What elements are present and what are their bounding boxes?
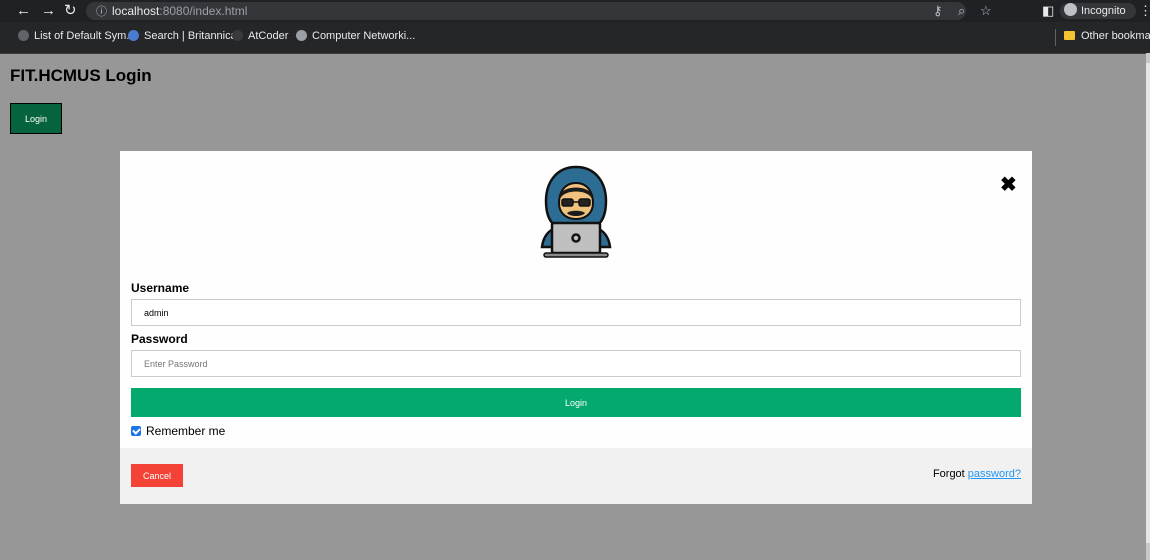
hacker-avatar-icon <box>540 165 612 258</box>
incognito-badge[interactable]: Incognito <box>1060 3 1136 19</box>
forward-arrow-icon[interactable]: → <box>41 2 56 20</box>
login-submit-button[interactable]: Login <box>131 388 1021 417</box>
url-text: localhost:8080/index.html <box>112 4 247 18</box>
username-input[interactable] <box>131 299 1021 326</box>
bookmark-label: List of Default Sym... <box>34 30 136 42</box>
scrollbar-thumb[interactable] <box>1146 63 1150 543</box>
bookmarks-bar: List of Default Sym... Search | Britanni… <box>0 22 1150 54</box>
bookmark-label: Search | Britannica <box>144 30 237 42</box>
britannica-icon <box>128 30 139 41</box>
side-panel-icon[interactable]: ◧ <box>1042 2 1054 20</box>
page-scrollbar[interactable] <box>1146 53 1150 560</box>
atcoder-icon <box>232 30 243 41</box>
checkbox-checked-icon[interactable] <box>131 426 141 436</box>
bookmark-label: AtCoder <box>248 30 289 42</box>
folder-icon <box>1064 31 1075 40</box>
bookmark-star-icon[interactable]: ☆ <box>980 2 992 20</box>
github-icon <box>18 30 29 41</box>
bookmarks-divider <box>1055 29 1056 46</box>
remember-me-checkbox[interactable]: Remember me <box>131 424 225 438</box>
bookmark-label: Computer Networki... <box>312 30 416 42</box>
modal-footer: Cancel Forgot password? <box>120 448 1032 504</box>
page-title: FIT.HCMUS Login <box>10 66 152 85</box>
url-path: :8080/index.html <box>159 4 248 18</box>
bookmark-item[interactable]: List of Default Sym... <box>18 30 135 42</box>
password-label: Password <box>131 332 188 346</box>
bookmark-item[interactable]: Search | Britannica <box>128 30 237 42</box>
incognito-label: Incognito <box>1081 5 1126 17</box>
site-info-icon[interactable]: ⓘ <box>96 3 107 19</box>
remember-me-label: Remember me <box>146 424 226 438</box>
cancel-button[interactable]: Cancel <box>131 464 183 487</box>
zoom-icon[interactable]: ⌕ <box>958 2 965 20</box>
bookmark-item[interactable]: AtCoder <box>232 30 288 42</box>
forgot-password-text: Forgot password? <box>933 468 1021 480</box>
key-icon[interactable]: ⚷ <box>933 2 943 20</box>
reload-icon[interactable]: ↻ <box>64 2 77 20</box>
forgot-password-link[interactable]: password? <box>968 468 1021 480</box>
browser-toolbar: ← → ↻ ⓘ localhost:8080/index.html ⚷ ⌕ ☆ … <box>0 0 1150 22</box>
url-host: localhost <box>112 4 160 18</box>
bookmark-item[interactable]: Computer Networki... <box>296 30 415 42</box>
incognito-icon <box>1064 3 1077 16</box>
username-label: Username <box>131 281 190 295</box>
close-icon[interactable]: ✖ <box>1000 175 1017 195</box>
back-arrow-icon[interactable]: ← <box>16 2 31 20</box>
address-bar[interactable]: ⓘ localhost:8080/index.html <box>86 2 966 20</box>
open-login-button[interactable]: Login <box>10 103 62 134</box>
forgot-prefix: Forgot <box>932 468 965 480</box>
other-bookmarks-label: Other bookmarks <box>1081 30 1150 42</box>
globe-icon <box>296 30 307 41</box>
login-modal: ✖ Username Password Login Remember me Ca… <box>120 151 1032 504</box>
password-input[interactable] <box>131 350 1021 377</box>
other-bookmarks[interactable]: Other bookmarks <box>1064 30 1150 42</box>
menu-dots-icon[interactable]: ⋮ <box>1139 2 1150 20</box>
